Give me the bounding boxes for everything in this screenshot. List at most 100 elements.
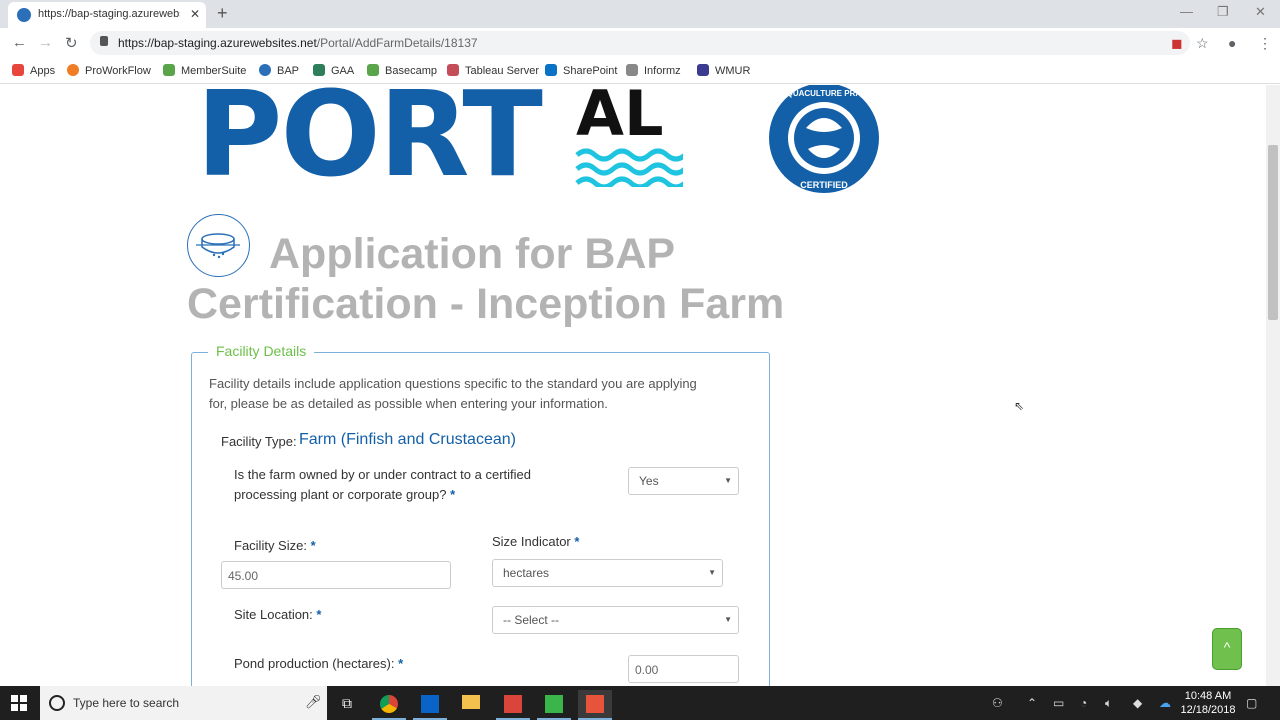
apps-grid-icon bbox=[12, 64, 24, 76]
bookmarks-bar: Apps ProWorkFlow MemberSuite BAP GAA Bas… bbox=[0, 58, 1280, 84]
sharepoint-icon bbox=[545, 64, 557, 76]
required-asterisk: * bbox=[316, 607, 322, 622]
gaa-icon bbox=[313, 64, 325, 76]
owned-select[interactable]: Yes ▼ bbox=[628, 467, 739, 495]
scroll-to-top-button[interactable]: ^ bbox=[1212, 628, 1242, 670]
lock-icon bbox=[100, 36, 108, 46]
cortana-icon bbox=[49, 695, 65, 711]
bookmark-basecamp[interactable]: Basecamp bbox=[367, 64, 437, 77]
chrome-app-icon[interactable] bbox=[372, 690, 406, 720]
site-location-label: Site Location: * bbox=[234, 607, 322, 622]
page-title-line2: Certification - Inception Farm bbox=[187, 280, 785, 328]
scrollbar-thumb[interactable] bbox=[1268, 145, 1278, 320]
required-asterisk: * bbox=[398, 656, 404, 671]
clock-time: 10:48 AM bbox=[1184, 690, 1232, 702]
site-location-select[interactable]: -- Select -- ▼ bbox=[492, 606, 739, 634]
outlook-app-icon[interactable] bbox=[413, 690, 447, 720]
notifications-icon[interactable]: ▢ bbox=[1246, 696, 1257, 710]
camtasia-red-icon[interactable] bbox=[578, 690, 612, 720]
mouse-cursor-icon: ⇖ bbox=[1014, 399, 1025, 413]
camtasia-green-icon[interactable] bbox=[537, 690, 571, 720]
microphone-icon[interactable]: 🎤︎ bbox=[305, 694, 322, 710]
facility-type-label: Facility Type: bbox=[221, 434, 297, 449]
battery-icon[interactable]: ▭ bbox=[1053, 696, 1064, 710]
file-explorer-icon[interactable] bbox=[454, 690, 488, 720]
show-hidden-icons-icon[interactable]: ⌃ bbox=[1027, 696, 1037, 710]
dropdown-arrow-icon: ▼ bbox=[708, 568, 716, 577]
taskbar-search-box[interactable]: Type here to search 🎤︎ bbox=[40, 686, 327, 720]
profile-icon[interactable]: ● bbox=[1228, 35, 1236, 51]
page-content: PORT AL BEST AQUACULTURE PRACTICES CERTI… bbox=[0, 85, 1266, 686]
url-text: https://bap-staging.azurewebsites.net/Po… bbox=[118, 36, 478, 50]
page-title-line1: Application for BAP bbox=[269, 230, 676, 278]
maximize-icon[interactable]: ❐ bbox=[1217, 4, 1229, 20]
clock-date: 12/18/2018 bbox=[1180, 704, 1236, 716]
tab-title: https://bap-staging.azurewebsite bbox=[38, 8, 180, 20]
dropdown-arrow-icon: ▼ bbox=[724, 476, 732, 485]
pond-production-label: Pond production (hectares): * bbox=[234, 656, 404, 671]
tableau-icon bbox=[447, 64, 459, 76]
required-asterisk: * bbox=[574, 534, 580, 549]
bookmark-apps[interactable]: Apps bbox=[12, 64, 55, 77]
bookmark-wmur[interactable]: WMUR bbox=[697, 64, 750, 77]
people-icon[interactable]: ⚇ bbox=[992, 696, 1003, 710]
bookmark-tableau[interactable]: Tableau Server bbox=[447, 64, 539, 77]
bookmark-informz[interactable]: Informz bbox=[626, 64, 681, 77]
bookmark-membersuite[interactable]: MemberSuite bbox=[163, 64, 246, 77]
page-title: Application for BAP Certification - Ince… bbox=[187, 229, 827, 329]
wmur-icon bbox=[697, 64, 709, 76]
volume-icon[interactable]: 🔈︎ bbox=[1105, 696, 1112, 711]
facility-description: Facility details include application que… bbox=[209, 376, 697, 411]
facility-details-legend: Facility Details bbox=[208, 343, 315, 359]
blocked-content-icon[interactable]: ◼ bbox=[1171, 35, 1183, 52]
minimize-icon[interactable]: — bbox=[1180, 4, 1193, 19]
forward-icon[interactable]: → bbox=[38, 34, 53, 51]
size-indicator-label: Size Indicator * bbox=[492, 534, 580, 549]
reload-icon[interactable]: ↻ bbox=[65, 34, 78, 52]
bookmark-star-icon[interactable]: ☆ bbox=[1196, 35, 1209, 52]
facility-size-input[interactable]: 45.00 bbox=[221, 561, 451, 589]
address-bar[interactable]: https://bap-staging.azurewebsites.net/Po… bbox=[90, 31, 1190, 55]
owned-question-label: Is the farm owned by or under contract t… bbox=[234, 467, 531, 502]
facility-size-label: Facility Size: * bbox=[234, 538, 316, 553]
wifi-icon[interactable]: ◔ bbox=[1080, 696, 1087, 710]
seal-top-text: BEST AQUACULTURE PRACTICES bbox=[766, 89, 886, 98]
bookmark-gaa[interactable]: GAA bbox=[313, 64, 354, 77]
chevron-up-icon: ^ bbox=[1223, 639, 1231, 655]
menu-kebab-icon[interactable]: ⋮ bbox=[1258, 35, 1272, 52]
bap-icon bbox=[259, 64, 271, 76]
window-close-icon[interactable]: ✕ bbox=[1255, 4, 1266, 20]
dropbox-icon[interactable]: ◆ bbox=[1133, 696, 1142, 710]
onedrive-icon[interactable]: ☁ bbox=[1159, 696, 1171, 710]
browser-tab[interactable]: https://bap-staging.azurewebsite ✕ bbox=[8, 2, 206, 28]
portal-logo-port: PORT bbox=[196, 85, 543, 203]
bookmark-sharepoint[interactable]: SharePoint bbox=[545, 64, 617, 77]
bookmark-proworkflow[interactable]: ProWorkFlow bbox=[67, 64, 151, 77]
proworkflow-icon bbox=[67, 64, 79, 76]
back-icon[interactable]: ← bbox=[12, 34, 27, 51]
required-asterisk: * bbox=[310, 538, 316, 553]
waves-logo-icon bbox=[575, 148, 683, 187]
size-indicator-select[interactable]: hectares ▼ bbox=[492, 559, 723, 587]
taskbar-search-placeholder: Type here to search bbox=[73, 696, 180, 710]
close-tab-icon[interactable]: ✕ bbox=[190, 7, 200, 21]
page-scrollbar[interactable] bbox=[1266, 85, 1280, 686]
informz-icon bbox=[626, 64, 638, 76]
basecamp-icon bbox=[367, 64, 379, 76]
new-tab-icon[interactable]: + bbox=[217, 3, 228, 24]
taskbar-clock[interactable]: 10:48 AM 12/18/2018 bbox=[1178, 689, 1238, 717]
task-view-icon[interactable]: ⧉ bbox=[330, 690, 364, 720]
dropdown-arrow-icon: ▼ bbox=[724, 615, 732, 624]
facility-type-value: Farm (Finfish and Crustacean) bbox=[299, 431, 516, 448]
pond-production-input[interactable]: 0.00 bbox=[628, 655, 739, 683]
windows-taskbar: Type here to search 🎤︎ ⧉ ⚇ ⌃ ▭ ◔ 🔈︎ ◆ ☁ … bbox=[0, 686, 1280, 720]
bap-certified-seal-icon: BEST AQUACULTURE PRACTICES CERTIFIED bbox=[766, 85, 886, 193]
browser-tab-strip: https://bap-staging.azurewebsite ✕ + — ❐… bbox=[0, 0, 1280, 28]
bookmark-bap[interactable]: BAP bbox=[259, 64, 299, 77]
portal-logo-al: AL bbox=[576, 85, 664, 150]
bap-favicon-icon bbox=[17, 8, 31, 22]
windows-start-icon[interactable] bbox=[11, 695, 27, 711]
app-red-icon[interactable] bbox=[496, 690, 530, 720]
browser-toolbar: ← → ↻ https://bap-staging.azurewebsites.… bbox=[0, 28, 1280, 58]
required-asterisk: * bbox=[450, 487, 456, 502]
